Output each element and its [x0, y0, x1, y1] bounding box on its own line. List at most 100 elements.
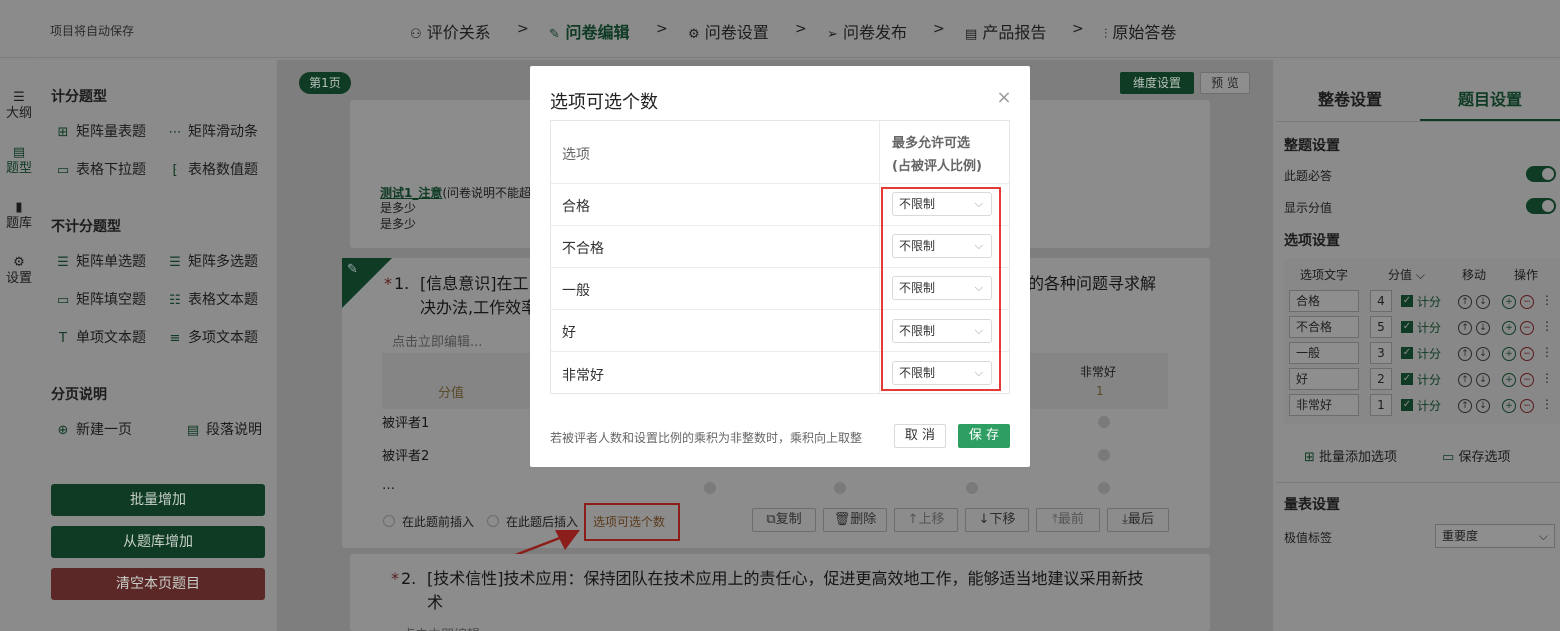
- type-matrix-slider[interactable]: ⋯ 矩阵滑动条: [168, 121, 259, 141]
- question-1-edit-hint[interactable]: 点击立即编辑...: [392, 331, 482, 350]
- count-checkbox[interactable]: ✓: [1401, 347, 1413, 359]
- add-option-icon[interactable]: +: [1502, 373, 1516, 387]
- insert-before-radio[interactable]: [383, 515, 395, 527]
- more-icon[interactable]: ⋮: [1541, 345, 1553, 359]
- number-icon: ⁅: [172, 163, 178, 178]
- option-text-input[interactable]: 好: [1289, 368, 1359, 390]
- move-up-button[interactable]: ↑上移: [894, 508, 958, 532]
- remove-option-icon[interactable]: −: [1520, 347, 1534, 361]
- move-first-button[interactable]: ⤒最前: [1036, 508, 1100, 532]
- move-up-icon[interactable]: ↑: [1458, 347, 1472, 361]
- page-badge[interactable]: 第1页: [299, 72, 351, 94]
- matrix-radio[interactable]: [834, 482, 846, 494]
- move-down-icon[interactable]: ↓: [1476, 373, 1490, 387]
- more-icon[interactable]: ⋮: [1541, 371, 1553, 385]
- delete-button[interactable]: 🗑删除: [823, 508, 887, 532]
- paragraph-icon: ▤: [186, 423, 200, 438]
- col-score[interactable]: 分值 ⌵: [1388, 266, 1425, 283]
- dimension-settings-button[interactable]: 维度设置: [1120, 72, 1194, 94]
- new-page-button[interactable]: ⊕ 新建一页: [56, 419, 132, 439]
- step-evaluation-relation[interactable]: ⚇ 评价关系: [410, 19, 491, 43]
- rail-item-question-types[interactable]: ▤ 题型: [0, 145, 38, 177]
- step-questionnaire-settings[interactable]: ⚙ 问卷设置: [688, 19, 769, 43]
- count-checkbox[interactable]: ✓: [1401, 399, 1413, 411]
- add-option-icon[interactable]: +: [1502, 399, 1516, 413]
- move-down-icon[interactable]: ↓: [1476, 399, 1490, 413]
- dropdown-icon: ▭: [56, 163, 70, 178]
- remove-option-icon[interactable]: −: [1520, 373, 1534, 387]
- batch-add-button[interactable]: 批量增加: [51, 484, 265, 516]
- copy-button[interactable]: ⧉复制: [752, 508, 816, 532]
- matrix-radio[interactable]: [1098, 449, 1110, 461]
- move-up-icon[interactable]: ↑: [1458, 295, 1472, 309]
- count-checkbox[interactable]: ✓: [1401, 295, 1413, 307]
- preview-button[interactable]: 预 览: [1200, 72, 1250, 94]
- option-score-input[interactable]: 4: [1370, 290, 1392, 312]
- step-questionnaire-edit[interactable]: ✎ 问卷编辑: [549, 19, 630, 43]
- type-matrix-scale[interactable]: ⊞ 矩阵量表题: [56, 121, 146, 141]
- intro-link[interactable]: 测试1_注意: [380, 186, 442, 200]
- tab-question-settings[interactable]: 题目设置: [1458, 86, 1522, 110]
- matrix-radio[interactable]: [704, 482, 716, 494]
- more-icon[interactable]: ⋮: [1541, 319, 1553, 333]
- option-score-input[interactable]: 2: [1370, 368, 1392, 390]
- step-raw-answers[interactable]: ⫶ 原始答卷: [1104, 19, 1176, 43]
- option-text-input[interactable]: 非常好: [1289, 394, 1359, 416]
- step-product-report[interactable]: ▤ 产品报告: [965, 19, 1046, 43]
- question-2-edit-hint[interactable]: 点击立即编辑...: [402, 624, 492, 631]
- rail-item-settings[interactable]: ⚙ 设置: [0, 255, 38, 287]
- matrix-radio[interactable]: [966, 482, 978, 494]
- required-toggle[interactable]: [1526, 166, 1556, 182]
- rail-item-question-bank[interactable]: ▮ 题库: [0, 200, 38, 232]
- step-questionnaire-publish[interactable]: ➢ 问卷发布: [827, 19, 907, 43]
- rail-item-outline[interactable]: ☰ 大纲: [0, 90, 38, 122]
- move-up-icon[interactable]: ↑: [1458, 373, 1472, 387]
- clear-page-button[interactable]: 清空本页题目: [51, 568, 265, 600]
- matrix-radio[interactable]: [1098, 482, 1110, 494]
- option-text-input[interactable]: 不合格: [1289, 316, 1359, 338]
- option-score-input[interactable]: 5: [1370, 316, 1392, 338]
- move-down-icon[interactable]: ↓: [1476, 347, 1490, 361]
- type-table-number[interactable]: ⁅ 表格数值题: [168, 159, 258, 179]
- question-2-card[interactable]: [350, 554, 1210, 631]
- remove-option-icon[interactable]: −: [1520, 295, 1534, 309]
- remove-option-icon[interactable]: −: [1520, 321, 1534, 335]
- batch-add-options-button[interactable]: ⊞ 批量添加选项: [1304, 446, 1397, 465]
- more-icon[interactable]: ⋮: [1541, 293, 1553, 307]
- option-text-input[interactable]: 合格: [1289, 290, 1359, 312]
- add-option-icon[interactable]: +: [1502, 295, 1516, 309]
- move-up-icon[interactable]: ↑: [1458, 399, 1472, 413]
- save-button[interactable]: 保 存: [958, 424, 1010, 448]
- type-matrix-single[interactable]: ☰ 矩阵单选题: [56, 251, 146, 271]
- type-table-dropdown[interactable]: ▭ 表格下拉题: [56, 159, 146, 179]
- move-up-icon[interactable]: ↑: [1458, 321, 1472, 335]
- type-single-text[interactable]: T 单项文本题: [56, 327, 146, 347]
- count-checkbox[interactable]: ✓: [1401, 321, 1413, 333]
- type-multi-text[interactable]: ≡ 多项文本题: [168, 327, 258, 347]
- show-score-toggle[interactable]: [1526, 198, 1556, 214]
- type-table-text[interactable]: ☷ 表格文本题: [168, 289, 258, 309]
- add-option-icon[interactable]: +: [1502, 347, 1516, 361]
- option-text-input[interactable]: 一般: [1289, 342, 1359, 364]
- move-down-button[interactable]: ↓下移: [965, 508, 1029, 532]
- type-matrix-fill[interactable]: ▭ 矩阵填空题: [56, 289, 146, 309]
- count-checkbox[interactable]: ✓: [1401, 373, 1413, 385]
- move-down-icon[interactable]: ↓: [1476, 295, 1490, 309]
- move-down-icon[interactable]: ↓: [1476, 321, 1490, 335]
- tab-whole-settings[interactable]: 整卷设置: [1318, 86, 1382, 110]
- more-icon[interactable]: ⋮: [1541, 397, 1553, 411]
- matrix-radio[interactable]: [1098, 416, 1110, 428]
- save-options-button[interactable]: ▭ 保存选项: [1442, 446, 1510, 465]
- close-icon[interactable]: ×: [996, 87, 1012, 108]
- add-from-bank-button[interactable]: 从题库增加: [51, 526, 265, 558]
- add-option-icon[interactable]: +: [1502, 321, 1516, 335]
- option-count-link[interactable]: 选项可选个数: [593, 513, 665, 530]
- option-score-input[interactable]: 3: [1370, 342, 1392, 364]
- paragraph-button[interactable]: ▤ 段落说明: [186, 419, 262, 439]
- move-last-button[interactable]: ⤓最后: [1107, 508, 1169, 532]
- option-score-input[interactable]: 1: [1370, 394, 1392, 416]
- remove-option-icon[interactable]: −: [1520, 399, 1534, 413]
- cancel-button[interactable]: 取 消: [894, 424, 946, 448]
- type-matrix-multi[interactable]: ☰ 矩阵多选题: [168, 251, 258, 271]
- extreme-label-select[interactable]: 重要度 ⌵: [1435, 524, 1555, 548]
